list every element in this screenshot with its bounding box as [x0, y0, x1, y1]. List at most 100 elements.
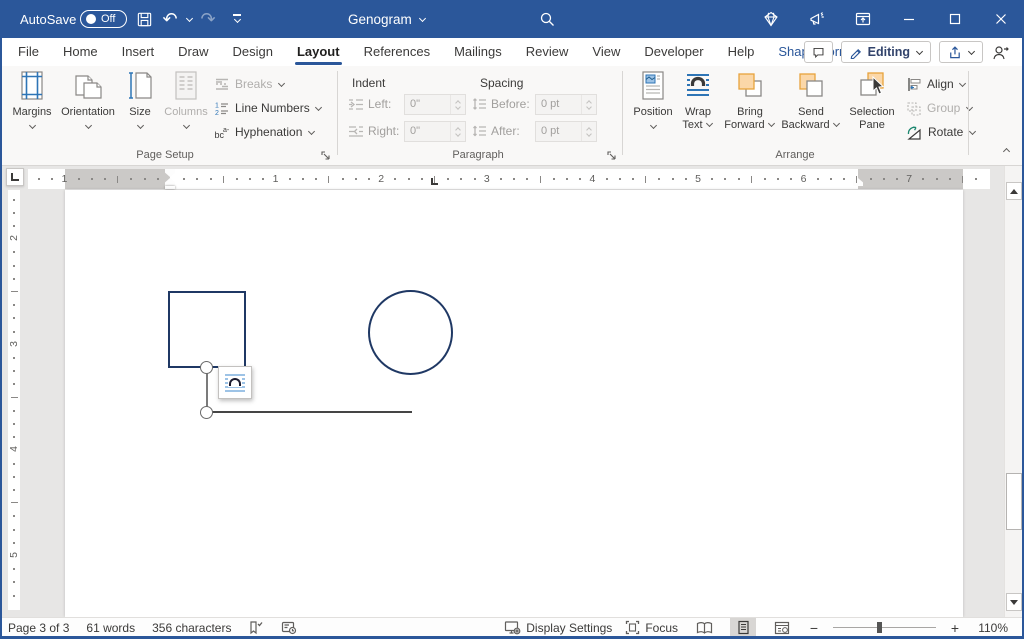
ruler-tick: [91, 178, 93, 180]
people-presence-icon[interactable]: [991, 44, 1010, 61]
comments-button[interactable]: [804, 41, 833, 63]
premium-diamond-icon[interactable]: [748, 0, 794, 38]
spacing-before-spinner[interactable]: [581, 95, 596, 114]
margins-button[interactable]: Margins: [8, 70, 56, 134]
spacing-after-field[interactable]: 0 pt: [535, 121, 597, 142]
left-tab-stop-icon: [11, 173, 19, 181]
oval-shape[interactable]: [368, 290, 453, 375]
scroll-down-button[interactable]: [1006, 593, 1022, 611]
collapse-ribbon-icon[interactable]: [1002, 146, 1010, 154]
share-button[interactable]: [939, 41, 983, 63]
paragraph-dialog-launcher-icon[interactable]: [606, 150, 618, 162]
scroll-up-button[interactable]: [1006, 182, 1022, 200]
wrap-text-button[interactable]: Wrap Text: [676, 70, 720, 132]
tab-references[interactable]: References: [352, 38, 442, 66]
vertical-scrollbar[interactable]: [1004, 166, 1022, 617]
web-layout-button[interactable]: [769, 618, 795, 637]
ruler-tick: [13, 410, 15, 412]
indent-right-field[interactable]: 0": [404, 121, 466, 142]
read-mode-button[interactable]: [691, 618, 717, 637]
indent-left-field[interactable]: 0": [404, 94, 466, 115]
spacing-after-spinner[interactable]: [581, 122, 596, 141]
indent-left-row: Left: 0": [348, 93, 466, 115]
tab-design[interactable]: Design: [221, 38, 285, 66]
align-button[interactable]: Align: [906, 74, 967, 94]
horizontal-ruler[interactable]: 11234567: [28, 169, 990, 189]
left-indent-marker[interactable]: [165, 186, 175, 189]
zoom-slider[interactable]: [833, 618, 936, 637]
tab-developer[interactable]: Developer: [632, 38, 715, 66]
ruler-tick: [922, 178, 924, 180]
tab-mailings[interactable]: Mailings: [442, 38, 514, 66]
tab-home[interactable]: Home: [51, 38, 110, 66]
display-settings-button[interactable]: Display Settings: [504, 620, 612, 635]
horizontal-line-shape[interactable]: [207, 411, 412, 413]
tab-help[interactable]: Help: [716, 38, 767, 66]
indent-left-spinner[interactable]: [450, 95, 465, 114]
zoom-level[interactable]: 110%: [974, 621, 1008, 635]
editing-mode-button[interactable]: Editing: [841, 41, 931, 63]
tab-layout[interactable]: Layout: [285, 38, 352, 66]
tab-view[interactable]: View: [580, 38, 632, 66]
line-numbers-icon: 1 2: [214, 101, 230, 116]
align-icon: [906, 77, 922, 92]
indent-right-spinner[interactable]: [450, 122, 465, 141]
hyphenation-button[interactable]: bc a- Hyphenation: [214, 122, 315, 142]
tab-insert[interactable]: Insert: [110, 38, 167, 66]
connector-endpoint-handle-top[interactable]: [200, 361, 213, 374]
document-page[interactable]: [65, 190, 963, 617]
maximize-button[interactable]: [932, 0, 978, 38]
ruler-tick: [540, 176, 541, 183]
tab-review[interactable]: Review: [514, 38, 581, 66]
ruler-tick: [606, 178, 608, 180]
line-numbers-button[interactable]: 1 2 Line Numbers: [214, 98, 323, 118]
search-icon[interactable]: [536, 0, 558, 38]
vertical-ruler[interactable]: 2345: [8, 190, 20, 610]
autosave-toggle[interactable]: Off: [80, 0, 127, 38]
minimize-button[interactable]: [886, 0, 932, 38]
document-title[interactable]: Genogram: [348, 0, 427, 38]
customize-toolbar-icon[interactable]: [226, 0, 248, 38]
selection-pane-button[interactable]: Selection Pane: [844, 70, 900, 132]
ruler-tick: [78, 178, 80, 180]
bring-forward-button[interactable]: Bring Forward: [722, 70, 778, 132]
ruler-tick: [315, 178, 317, 180]
rectangle-shape[interactable]: [168, 291, 246, 368]
word-count[interactable]: 61 words: [86, 621, 135, 635]
accessibility-checker-icon[interactable]: [281, 620, 297, 635]
character-count[interactable]: 356 characters: [152, 621, 231, 635]
ruler-tick: [500, 178, 502, 180]
size-button[interactable]: Size: [120, 70, 160, 134]
close-button[interactable]: [978, 0, 1024, 38]
tab-stop-selector[interactable]: [6, 168, 24, 186]
proofing-status-icon[interactable]: [248, 620, 264, 635]
page-indicator[interactable]: Page 3 of 3: [8, 621, 69, 635]
ribbon-display-options-icon[interactable]: [840, 0, 886, 38]
connector-endpoint-handle-bottom[interactable]: [200, 406, 213, 419]
rotate-button[interactable]: Rotate: [906, 122, 976, 142]
scrollbar-thumb[interactable]: [1006, 473, 1022, 530]
zoom-slider-thumb[interactable]: [877, 622, 882, 633]
zoom-out-button[interactable]: −: [808, 620, 820, 636]
ribbon-tab-row: File Home Insert Draw Design Layout Refe…: [0, 38, 1024, 66]
orientation-button[interactable]: Orientation: [57, 70, 119, 134]
position-button[interactable]: Position: [630, 70, 676, 134]
align-dropdown-icon: [959, 80, 967, 88]
page-setup-dialog-launcher-icon[interactable]: [320, 150, 332, 162]
focus-button[interactable]: Focus: [625, 620, 678, 635]
zoom-in-button[interactable]: +: [949, 620, 961, 636]
ruler-number: 3: [8, 341, 20, 347]
send-backward-button[interactable]: Send Backward: [780, 70, 842, 132]
print-layout-button[interactable]: [730, 618, 756, 637]
ruler-number: 3: [484, 173, 490, 185]
spacing-before-field[interactable]: 0 pt: [535, 94, 597, 115]
columns-dropdown-icon: [182, 122, 190, 130]
save-icon[interactable]: [133, 0, 155, 38]
ruler-tick: [289, 178, 291, 180]
tab-draw[interactable]: Draw: [166, 38, 220, 66]
ruler-tick: [526, 178, 528, 180]
tab-file[interactable]: File: [6, 38, 51, 66]
layout-options-button[interactable]: [218, 366, 252, 399]
ruler-tick: [13, 317, 15, 319]
feedback-megaphone-icon[interactable]: [794, 0, 840, 38]
